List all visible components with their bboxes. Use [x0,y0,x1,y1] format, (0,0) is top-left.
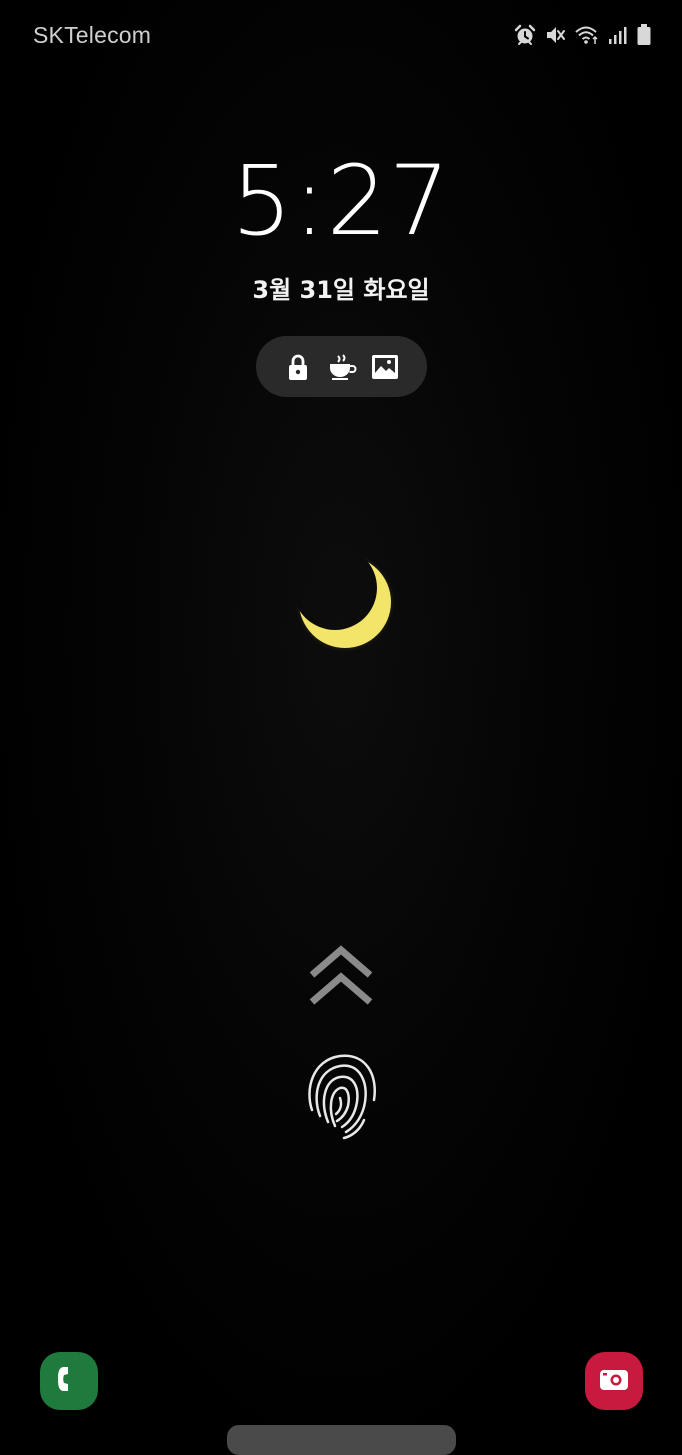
battery-icon [636,23,652,47]
fingerprint-icon[interactable] [302,1050,380,1140]
camera-shortcut-button[interactable] [585,1352,643,1410]
camera-icon [598,1365,630,1398]
alarm-icon [514,24,536,46]
lock-screen-date: 3월 31일 화요일 [252,276,430,304]
status-icons [514,22,652,48]
lock-screen-clock: 5:27 [231,145,451,257]
status-bar: SKTelecom [0,0,682,70]
mute-icon [544,24,566,46]
wallpaper-crescent-moon [280,540,410,670]
swipe-up-chevrons-icon[interactable] [306,945,376,1009]
lock-icon[interactable] [283,352,313,382]
signal-icon [608,24,628,46]
wifi-icon [574,24,600,46]
coffee-cup-icon[interactable] [327,352,357,382]
carrier-name: SKTelecom [33,22,152,48]
phone-icon [54,1364,84,1399]
phone-shortcut-button[interactable] [40,1352,98,1410]
lock-screen-info-pill[interactable] [256,336,427,397]
image-icon[interactable] [370,352,400,382]
navigation-handle[interactable] [227,1425,456,1455]
